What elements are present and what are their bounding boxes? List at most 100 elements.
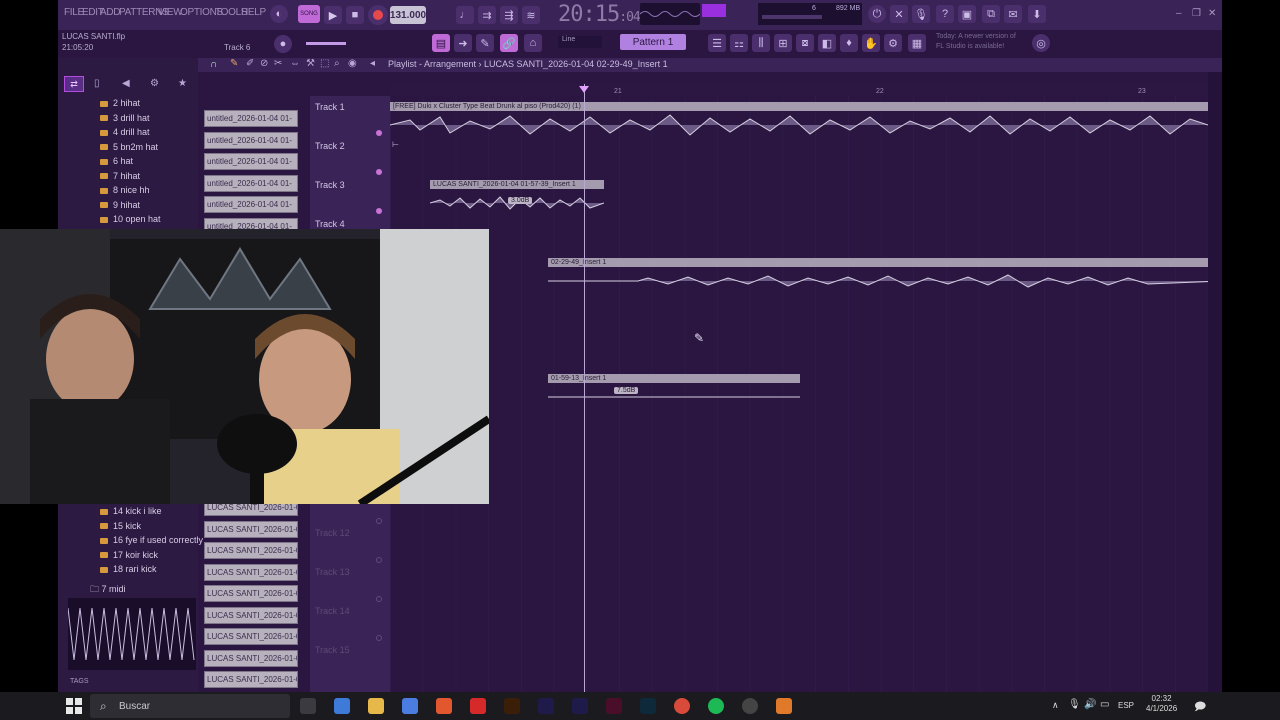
- browser-item[interactable]: 6 hat: [100, 156, 133, 166]
- illustrator-icon[interactable]: [504, 698, 520, 714]
- clip-source-item[interactable]: untitled_2026-01-04 01-: [204, 131, 298, 149]
- slice-icon[interactable]: ⚒: [306, 58, 315, 69]
- chrome-icon[interactable]: [674, 698, 690, 714]
- spotify-icon[interactable]: [708, 698, 724, 714]
- menu-add[interactable]: ADD: [100, 7, 121, 18]
- browser-item[interactable]: 3 drill hat: [100, 113, 150, 123]
- snap-selector[interactable]: Line: [558, 36, 602, 48]
- browser-item[interactable]: 9 hihat: [100, 200, 140, 210]
- countdown-icon[interactable]: ⇶: [500, 6, 518, 24]
- tray-volume-icon[interactable]: 🔊: [1084, 699, 1096, 710]
- song-mode-toggle[interactable]: SONG: [298, 5, 320, 23]
- brave-icon[interactable]: [436, 698, 452, 714]
- browser-item[interactable]: 15 kick: [100, 521, 141, 531]
- timeline-ruler[interactable]: [390, 84, 1208, 96]
- lightroom-icon[interactable]: [640, 698, 656, 714]
- browser-item[interactable]: 5 bn2m hat: [100, 142, 158, 152]
- track-label[interactable]: Track 4: [315, 219, 345, 229]
- pattern-selector[interactable]: Pattern 1: [620, 34, 686, 50]
- track-mute-dot[interactable]: [376, 208, 382, 214]
- tools-icon[interactable]: ⚙: [884, 34, 902, 52]
- audio-clip[interactable]: LUCAS SANTI_2026-01-04 01-57-39_Insert 1…: [430, 180, 604, 217]
- mixer-icon[interactable]: ⫼: [752, 34, 770, 52]
- magnet-icon[interactable]: ∩: [210, 59, 217, 70]
- clip-source-item[interactable]: LUCAS SANTI_2026-01-04..: [204, 563, 298, 581]
- tray-chevron-icon[interactable]: ∧: [1052, 700, 1059, 711]
- clip-source-item[interactable]: LUCAS SANTI_2026-01-04..: [204, 585, 298, 602]
- mic-icon[interactable]: 🎙: [912, 5, 930, 23]
- clip-source-item[interactable]: untitled_2026-01-04 01-: [204, 153, 298, 170]
- slip-icon[interactable]: ⇔: [290, 58, 300, 69]
- browser-item[interactable]: 2 hihat: [100, 98, 140, 108]
- help-icon[interactable]: ?: [936, 5, 954, 23]
- track-label[interactable]: Track 15: [315, 645, 350, 655]
- playlist-icon[interactable]: ▤: [432, 34, 450, 52]
- power-icon[interactable]: ⏻: [868, 5, 886, 23]
- download-icon[interactable]: ⬇: [1028, 5, 1046, 23]
- indesign-icon[interactable]: [606, 698, 622, 714]
- app-icon[interactable]: [742, 698, 758, 714]
- draw-pencil-icon[interactable]: ✎: [230, 58, 238, 69]
- copilot-icon[interactable]: [334, 698, 350, 714]
- clip-source-item[interactable]: LUCAS SANTI_2026-01-04..: [204, 671, 298, 688]
- windows-start-icon[interactable]: [66, 698, 82, 714]
- track-label[interactable]: Track 12: [315, 528, 350, 538]
- pencil-icon[interactable]: ✎: [476, 34, 494, 52]
- track-mute-dot[interactable]: [376, 130, 382, 136]
- master-volume-icon[interactable]: ◐: [270, 5, 288, 23]
- audio-clip[interactable]: 02-29-49_Insert 1: [548, 258, 1222, 295]
- tools-x-icon[interactable]: ✕: [890, 5, 908, 23]
- track-label[interactable]: Track 13: [315, 567, 350, 577]
- pitch-slider[interactable]: [306, 42, 346, 45]
- audio-clip[interactable]: 01-59-13_Insert 1 7.5dB: [548, 374, 800, 411]
- record-icon[interactable]: [368, 5, 388, 25]
- menu-view[interactable]: VIEW: [158, 7, 183, 18]
- minimize-icon[interactable]: –: [1176, 8, 1182, 19]
- bulb-icon[interactable]: ♦: [840, 34, 858, 52]
- globe-icon[interactable]: ◎: [1032, 34, 1050, 52]
- arrangement-grid[interactable]: [FREE] Duki x Cluster Type Beat Drunk al…: [390, 96, 1222, 692]
- clip-source-item[interactable]: untitled_2026-01-04 01-: [204, 110, 298, 127]
- stop-icon[interactable]: ■: [346, 6, 364, 24]
- play-icon[interactable]: ▶: [324, 6, 342, 24]
- clip-source-item[interactable]: LUCAS SANTI_2026-01-04..: [204, 606, 298, 624]
- close-icon[interactable]: ✕: [1208, 8, 1216, 19]
- playlist-menu-icon[interactable]: ◂: [370, 58, 375, 69]
- browser-folder-midi[interactable]: 🗀 7 midi: [90, 582, 126, 598]
- track-mute-dot[interactable]: [376, 557, 382, 563]
- browser-item[interactable]: 17 koir kick: [100, 550, 158, 560]
- playhead-marker-icon[interactable]: [579, 86, 589, 93]
- mute-icon[interactable]: ✂: [274, 58, 282, 69]
- track-mute-dot[interactable]: [376, 596, 382, 602]
- browser-arrows-icon[interactable]: ⇄: [64, 76, 84, 92]
- tempo-display[interactable]: 131.000: [390, 6, 426, 24]
- tray-network-icon[interactable]: ▭: [1100, 699, 1109, 710]
- task-view-icon[interactable]: [300, 698, 316, 714]
- zoom-icon[interactable]: ⌕: [334, 58, 340, 69]
- speaker-icon[interactable]: ◀: [122, 78, 130, 89]
- dial-icon[interactable]: ●: [274, 35, 292, 53]
- news-panel[interactable]: Today: A newer version of FL Studio is a…: [936, 32, 1016, 52]
- track-label[interactable]: Track 2: [315, 141, 345, 151]
- track-mute-dot[interactable]: [376, 518, 382, 524]
- browser-item[interactable]: 18 rari kick: [100, 564, 157, 574]
- arrow-icon[interactable]: ➜: [454, 34, 472, 52]
- stamp-icon[interactable]: ⌂: [524, 34, 542, 52]
- language-indicator[interactable]: ESP: [1118, 701, 1134, 710]
- taskbar-clock[interactable]: 02:32 4/1/2026: [1146, 694, 1177, 714]
- plugin-icon[interactable]: ⧉: [982, 5, 1000, 23]
- clip-marker-icon[interactable]: ⊢: [392, 140, 399, 149]
- browser-item[interactable]: 14 kick i like: [100, 506, 162, 516]
- browser-item[interactable]: 7 hihat: [100, 171, 140, 181]
- link-icon[interactable]: 🔗: [500, 34, 518, 52]
- browser-item[interactable]: 16 fye if used correctly: [100, 535, 203, 545]
- tray-mic-icon[interactable]: 🎙: [1068, 699, 1081, 710]
- clip-source-item[interactable]: LUCAS SANTI_2026-01-04..: [204, 520, 298, 538]
- audio-clip[interactable]: [FREE] Duki x Cluster Type Beat Drunk al…: [390, 102, 1208, 139]
- touch-icon[interactable]: ✋: [862, 34, 880, 52]
- file-explorer-icon[interactable]: [368, 698, 384, 714]
- brush-icon[interactable]: ✐: [246, 58, 254, 69]
- plugin-browser-icon[interactable]: ⚙: [150, 78, 159, 89]
- channel-rack-icon[interactable]: ☰: [708, 34, 726, 52]
- star-icon[interactable]: ★: [178, 78, 187, 89]
